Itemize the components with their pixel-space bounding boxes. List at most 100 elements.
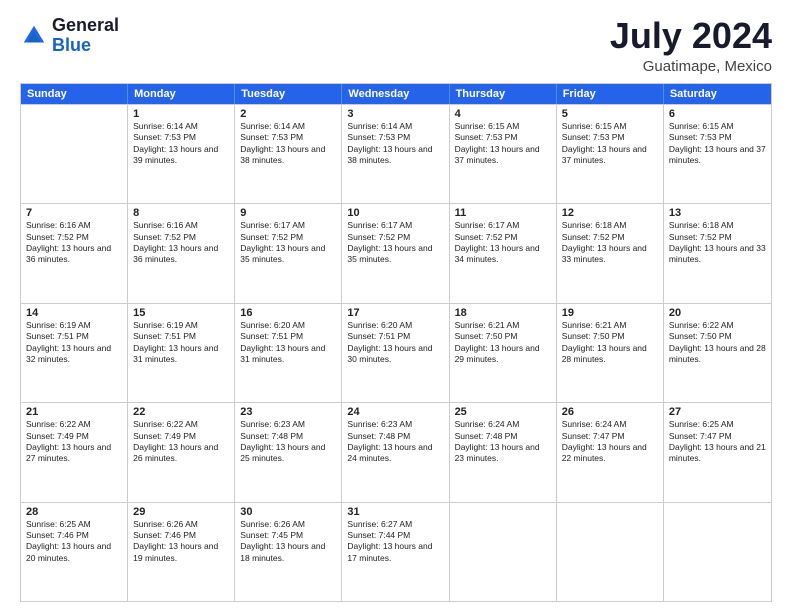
cell-date-2-1: 15 [133, 307, 229, 319]
cal-cell-3-3: 24Sunrise: 6:23 AM Sunset: 7:48 PM Dayli… [342, 403, 449, 501]
cell-date-1-2: 9 [240, 207, 336, 219]
cal-cell-0-0 [21, 105, 128, 203]
header-wednesday: Wednesday [342, 84, 449, 104]
header-friday: Friday [557, 84, 664, 104]
header-sunday: Sunday [21, 84, 128, 104]
cal-cell-1-6: 13Sunrise: 6:18 AM Sunset: 7:52 PM Dayli… [664, 204, 771, 302]
cell-date-0-1: 1 [133, 108, 229, 120]
cell-date-1-6: 13 [669, 207, 766, 219]
cell-info-2-2: Sunrise: 6:20 AM Sunset: 7:51 PM Dayligh… [240, 320, 336, 366]
cell-info-4-2: Sunrise: 6:26 AM Sunset: 7:45 PM Dayligh… [240, 519, 336, 565]
cal-cell-4-0: 28Sunrise: 6:25 AM Sunset: 7:46 PM Dayli… [21, 503, 128, 601]
cal-cell-1-0: 7Sunrise: 6:16 AM Sunset: 7:52 PM Daylig… [21, 204, 128, 302]
cal-cell-2-1: 15Sunrise: 6:19 AM Sunset: 7:51 PM Dayli… [128, 304, 235, 402]
header: General Blue July 2024 Guatimape, Mexico [20, 16, 772, 75]
cell-date-0-6: 6 [669, 108, 766, 120]
cell-date-1-0: 7 [26, 207, 122, 219]
calendar-row-2: 14 Sunrise: 6:19 AM Sunset: 7:51 PM Dayli… [21, 303, 771, 402]
cal-cell-1-1: 8Sunrise: 6:16 AM Sunset: 7:52 PM Daylig… [128, 204, 235, 302]
header-saturday: Saturday [664, 84, 771, 104]
cal-cell-4-1: 29Sunrise: 6:26 AM Sunset: 7:46 PM Dayli… [128, 503, 235, 601]
cell-date-1-4: 11 [455, 207, 551, 219]
cell-date-3-6: 27 [669, 406, 766, 418]
cal-cell-3-6: 27Sunrise: 6:25 AM Sunset: 7:47 PM Dayli… [664, 403, 771, 501]
header-monday: Monday [128, 84, 235, 104]
cal-cell-2-3: 17Sunrise: 6:20 AM Sunset: 7:51 PM Dayli… [342, 304, 449, 402]
calendar-header: Sunday Monday Tuesday Wednesday Thursday… [21, 84, 771, 104]
cell-info-3-3: Sunrise: 6:23 AM Sunset: 7:48 PM Dayligh… [347, 419, 443, 465]
cell-info-3-5: Sunrise: 6:24 AM Sunset: 7:47 PM Dayligh… [562, 419, 658, 465]
cal-cell-4-4 [450, 503, 557, 601]
cal-cell-1-3: 10Sunrise: 6:17 AM Sunset: 7:52 PM Dayli… [342, 204, 449, 302]
cell-info-4-0: Sunrise: 6:25 AM Sunset: 7:46 PM Dayligh… [26, 519, 122, 565]
cell-date-3-1: 22 [133, 406, 229, 418]
logo-text: General Blue [52, 16, 119, 56]
cal-cell-0-2: 2Sunrise: 6:14 AM Sunset: 7:53 PM Daylig… [235, 105, 342, 203]
cal-cell-0-1: 1Sunrise: 6:14 AM Sunset: 7:53 PM Daylig… [128, 105, 235, 203]
cell-info-0-6: Sunrise: 6:15 AM Sunset: 7:53 PM Dayligh… [669, 121, 766, 167]
cell-info-3-0: Sunrise: 6:22 AM Sunset: 7:49 PM Dayligh… [26, 419, 122, 465]
cell-info-4-1: Sunrise: 6:26 AM Sunset: 7:46 PM Dayligh… [133, 519, 229, 565]
page: General Blue July 2024 Guatimape, Mexico… [0, 0, 792, 612]
cal-cell-2-6: 20Sunrise: 6:22 AM Sunset: 7:50 PM Dayli… [664, 304, 771, 402]
cell-date-2-0: 14 [26, 307, 122, 319]
cell-date-0-4: 4 [455, 108, 551, 120]
cell-info-2-5: Sunrise: 6:21 AM Sunset: 7:50 PM Dayligh… [562, 320, 658, 366]
cell-date-1-1: 8 [133, 207, 229, 219]
cell-info-2-1: Sunrise: 6:19 AM Sunset: 7:51 PM Dayligh… [133, 320, 229, 366]
logo: General Blue [20, 16, 119, 56]
cell-info-3-1: Sunrise: 6:22 AM Sunset: 7:49 PM Dayligh… [133, 419, 229, 465]
cell-info-2-4: Sunrise: 6:21 AM Sunset: 7:50 PM Dayligh… [455, 320, 551, 366]
cell-date-4-1: 29 [133, 506, 229, 518]
cell-date-3-0: 21 [26, 406, 122, 418]
cal-cell-2-4: 18Sunrise: 6:21 AM Sunset: 7:50 PM Dayli… [450, 304, 557, 402]
cal-cell-3-4: 25Sunrise: 6:24 AM Sunset: 7:48 PM Dayli… [450, 403, 557, 501]
cell-date-2-5: 19 [562, 307, 658, 319]
calendar-row-0: 1 Sunrise: 6:14 AM Sunset: 7:53 PM Daylig… [21, 104, 771, 203]
cell-date-2-2: 16 [240, 307, 336, 319]
cell-info-1-1: Sunrise: 6:16 AM Sunset: 7:52 PM Dayligh… [133, 220, 229, 266]
calendar: Sunday Monday Tuesday Wednesday Thursday… [20, 83, 772, 602]
cell-info-4-3: Sunrise: 6:27 AM Sunset: 7:44 PM Dayligh… [347, 519, 443, 565]
logo-blue-label: Blue [52, 36, 119, 56]
cal-cell-4-5 [557, 503, 664, 601]
cal-cell-3-5: 26Sunrise: 6:24 AM Sunset: 7:47 PM Dayli… [557, 403, 664, 501]
cell-info-1-0: Sunrise: 6:16 AM Sunset: 7:52 PM Dayligh… [26, 220, 122, 266]
cal-cell-1-4: 11Sunrise: 6:17 AM Sunset: 7:52 PM Dayli… [450, 204, 557, 302]
cell-info-1-5: Sunrise: 6:18 AM Sunset: 7:52 PM Dayligh… [562, 220, 658, 266]
calendar-row-4: 28Sunrise: 6:25 AM Sunset: 7:46 PM Dayli… [21, 502, 771, 601]
cal-cell-2-2: 16Sunrise: 6:20 AM Sunset: 7:51 PM Dayli… [235, 304, 342, 402]
cal-cell-4-3: 31Sunrise: 6:27 AM Sunset: 7:44 PM Dayli… [342, 503, 449, 601]
cell-date-3-5: 26 [562, 406, 658, 418]
cell-date-1-5: 12 [562, 207, 658, 219]
calendar-body: 1 Sunrise: 6:14 AM Sunset: 7:53 PM Daylig… [21, 104, 771, 601]
cal-cell-2-0: 14Sunrise: 6:19 AM Sunset: 7:51 PM Dayli… [21, 304, 128, 402]
cal-cell-1-2: 9Sunrise: 6:17 AM Sunset: 7:52 PM Daylig… [235, 204, 342, 302]
cell-date-1-3: 10 [347, 207, 443, 219]
cal-cell-3-2: 23Sunrise: 6:23 AM Sunset: 7:48 PM Dayli… [235, 403, 342, 501]
title-month: July 2024 [610, 16, 772, 56]
cell-info-3-2: Sunrise: 6:23 AM Sunset: 7:48 PM Dayligh… [240, 419, 336, 465]
cell-info-0-2: Sunrise: 6:14 AM Sunset: 7:53 PM Dayligh… [240, 121, 336, 167]
cell-date-0-5: 5 [562, 108, 658, 120]
cal-cell-0-5: 5Sunrise: 6:15 AM Sunset: 7:53 PM Daylig… [557, 105, 664, 203]
cal-cell-3-0: 21Sunrise: 6:22 AM Sunset: 7:49 PM Dayli… [21, 403, 128, 501]
cal-cell-0-4: 4Sunrise: 6:15 AM Sunset: 7:53 PM Daylig… [450, 105, 557, 203]
logo-general-label: General [52, 16, 119, 36]
cell-date-4-3: 31 [347, 506, 443, 518]
header-thursday: Thursday [450, 84, 557, 104]
cell-date-2-6: 20 [669, 307, 766, 319]
calendar-row-1: 7Sunrise: 6:16 AM Sunset: 7:52 PM Daylig… [21, 203, 771, 302]
cell-info-1-3: Sunrise: 6:17 AM Sunset: 7:52 PM Dayligh… [347, 220, 443, 266]
cal-cell-4-6 [664, 503, 771, 601]
cell-info-0-3: Sunrise: 6:14 AM Sunset: 7:53 PM Dayligh… [347, 121, 443, 167]
cell-date-3-2: 23 [240, 406, 336, 418]
title-location: Guatimape, Mexico [610, 58, 772, 75]
cell-date-4-2: 30 [240, 506, 336, 518]
cell-date-2-4: 18 [455, 307, 551, 319]
cal-cell-1-5: 12Sunrise: 6:18 AM Sunset: 7:52 PM Dayli… [557, 204, 664, 302]
cell-date-0-3: 3 [347, 108, 443, 120]
calendar-row-3: 21Sunrise: 6:22 AM Sunset: 7:49 PM Dayli… [21, 402, 771, 501]
cell-info-2-6: Sunrise: 6:22 AM Sunset: 7:50 PM Dayligh… [669, 320, 766, 366]
logo-icon [20, 22, 48, 50]
